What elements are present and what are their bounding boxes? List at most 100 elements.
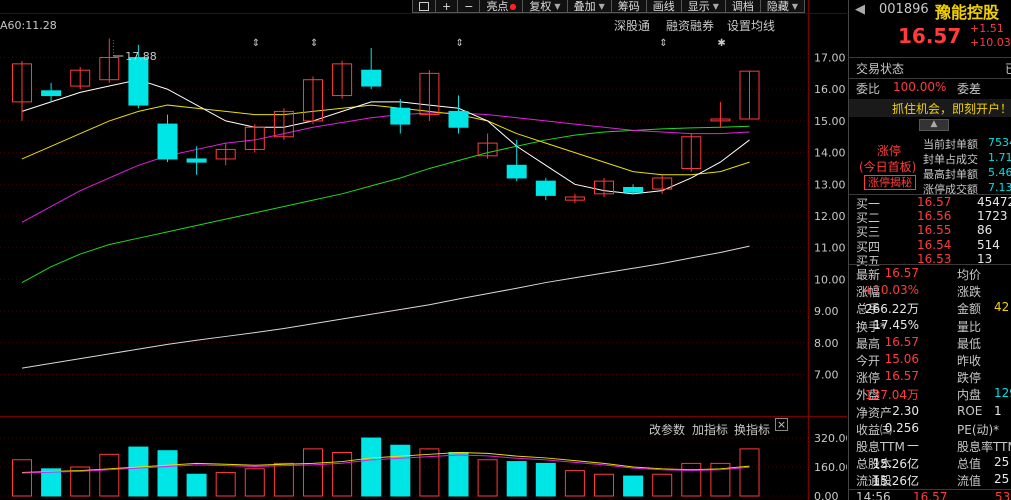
limit-row: 最高封单额 5.46 [923,166,1011,181]
ma30-line[interactable] [21,125,750,283]
stat-row: 涨幅 +10.03% 涨跌 [856,283,982,300]
price-tick-label: 8.00 [814,337,839,350]
candle-body[interactable] [535,180,556,196]
price-tick-label: 11.00 [814,242,846,255]
toolbar-button-10[interactable]: 隐藏 ▼ [759,0,806,13]
back-arrow-icon[interactable]: ◀ [855,2,865,17]
candle-body[interactable] [128,57,149,106]
open-account-banner[interactable]: 抓住机会，即刻开户！ [849,99,1011,117]
candle-body[interactable] [186,158,207,163]
volume-bar [12,459,32,497]
volume-bar [594,473,614,497]
volume-bar [564,470,585,497]
volume-bar [303,448,323,497]
ma10-line[interactable] [21,104,750,176]
stat-row: 总股本 15.26亿 总值 25 [856,455,1010,472]
volume-bar [681,462,702,497]
chart-toolbar: + − 亮点 ● 复权 ▼ 叠加 ▼ 筹码 画线 显示 ▼ 调档 隐藏 ▼ [412,0,806,13]
volume-bar [448,452,469,497]
stat-row: 涨停 16.57 跌停 [856,369,982,386]
toolbar-button-5[interactable]: 叠加 ▼ [566,0,612,13]
dropdown-arrow-icon: ▼ [554,1,561,11]
price-tick-label: 14.00 [814,147,846,160]
collapse-icon[interactable]: ▲ [919,119,949,131]
sgt-link[interactable]: 深股通 [614,17,650,34]
volume-bar [623,475,644,497]
event-marker-icon: ⇕ [659,38,667,49]
candle-body[interactable] [390,107,411,125]
event-marker-icon: ✱ [717,38,725,49]
stat-row: 最高 16.57 最低 [856,334,982,351]
stat-row: 今开 15.06 昨收 [856,352,982,368]
stat-row: 换手* 17.45% 量比 [856,317,982,334]
limit-row: 当前封单额7534 [923,136,1011,151]
candle-body[interactable] [506,164,527,179]
price-tick-label: 13.00 [814,178,846,191]
switch-indicator-link[interactable]: 换指标 [734,421,770,438]
toolbar-button-9[interactable]: 调档 [724,0,761,13]
wb-row: 委比 100.00% 委差 [856,80,982,96]
candle-body[interactable] [623,186,644,193]
stock-name: 豫能控股 [935,3,1000,22]
stock-code: 001896 [879,2,929,17]
last-price: 16.57 [898,24,962,48]
ma60-line[interactable] [21,245,750,369]
volume-bar [390,444,411,497]
stock-header: ◀ 001896 豫能控股 [849,2,1011,22]
kline-chart-area[interactable]: 17.00 16.00 15.00 14.00 13.00 12.00 11.00 10.00… [0,0,847,500]
toolbar-button-6[interactable]: 筹码 [610,0,647,13]
toolbar-button-4[interactable]: 复权 ▼ [522,0,568,13]
candle-body[interactable] [361,69,382,87]
volume-bar [273,462,294,497]
price-tick-label: 15.00 [814,115,846,128]
minus-button[interactable]: − [457,0,481,13]
high-marker-label: 17.88 [125,50,157,63]
price-tick-label: 12.00 [814,210,846,223]
ma-settings-link[interactable]: 设置均线 [727,17,775,34]
volume-tick-label: 160.00 [814,461,847,474]
price-tick-label: 16.00 [814,83,846,96]
orderbook-buy-row[interactable]: 买四 16.54 514 [849,238,1011,254]
alert-dot-icon: ● [509,1,517,11]
orderbook-buy-row[interactable]: 买三 16.55 86 [849,223,1011,239]
candle-body[interactable] [448,110,469,128]
ma20-line[interactable] [21,112,750,223]
plus-button[interactable]: + [435,0,459,13]
ma60-label: A60:11.28 [0,19,57,32]
trade-status-row: 交易状态 已 [856,62,1011,76]
rzrq-link[interactable]: 融资融券 [666,17,714,34]
price-tick-label: 7.00 [814,368,839,381]
window-icon [419,1,429,11]
close-indicator-button[interactable]: × [775,418,788,431]
candle-body[interactable] [157,123,178,160]
change-params-link[interactable]: 改参数 [649,421,685,438]
stat-row: 外盘137.04万内盘129 [856,386,1011,403]
volume-bar [361,437,382,497]
tick-row: 14:56 16.57 53 [856,490,1011,500]
stat-row: 净资产 2.30 ROE 1 [856,403,1002,420]
volume-bar [739,448,760,497]
add-indicator-link[interactable]: 加指标 [692,421,728,438]
volume-bar [128,446,149,497]
volume-bar [99,453,120,497]
orderbook-buy-row[interactable]: 买二 16.56 1723 [849,209,1011,225]
price-tick-label: 17.00 [814,52,846,65]
candle-body[interactable] [41,90,62,97]
window-button[interactable] [412,0,436,13]
toolbar-button-3[interactable]: 亮点 ● [479,0,524,13]
volume-bar [186,473,207,497]
volume-bar [332,452,353,497]
limit-row: 封单占成交1.71% [923,151,1011,166]
volume-bar [652,473,673,497]
volume-bar [157,450,178,497]
toolbar-button-7[interactable]: 画线 [645,0,682,13]
orderbook-buy-row[interactable]: 买一16.5745472 [849,195,1011,211]
toolbar-button-8[interactable]: 显示 ▼ [680,0,726,13]
event-marker-icon: ⇕ [456,38,464,49]
volume-tick-label: 0.00 [814,490,839,500]
price-change: +1.51 [970,22,1004,35]
stat-row: 收益㈢ 0.256 PE(动)* [856,420,1000,437]
price-block: 16.57 +1.51 +10.03% [849,22,1011,52]
volume-bar [244,468,265,497]
dropdown-arrow-icon: ▼ [791,1,799,11]
